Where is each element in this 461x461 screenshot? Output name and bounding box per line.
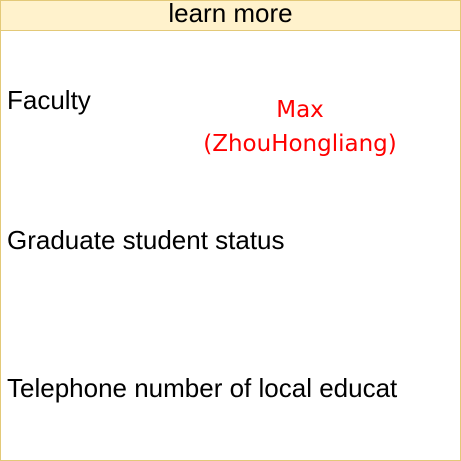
- learn-more-title[interactable]: learn more: [168, 1, 292, 28]
- faculty-value-pinyin: (ZhouHongliang): [203, 131, 397, 157]
- telephone-label: Telephone number of local educat: [7, 373, 398, 403]
- faculty-label: Faculty: [7, 85, 91, 115]
- faculty-value-name: Max: [276, 97, 324, 123]
- panel-header[interactable]: learn more: [1, 1, 460, 31]
- faculty-value: Max (ZhouHongliang): [171, 93, 429, 161]
- graduate-status-label: Graduate student status: [7, 225, 285, 255]
- learn-more-panel: learn more Faculty Max (ZhouHongliang) G…: [0, 0, 461, 461]
